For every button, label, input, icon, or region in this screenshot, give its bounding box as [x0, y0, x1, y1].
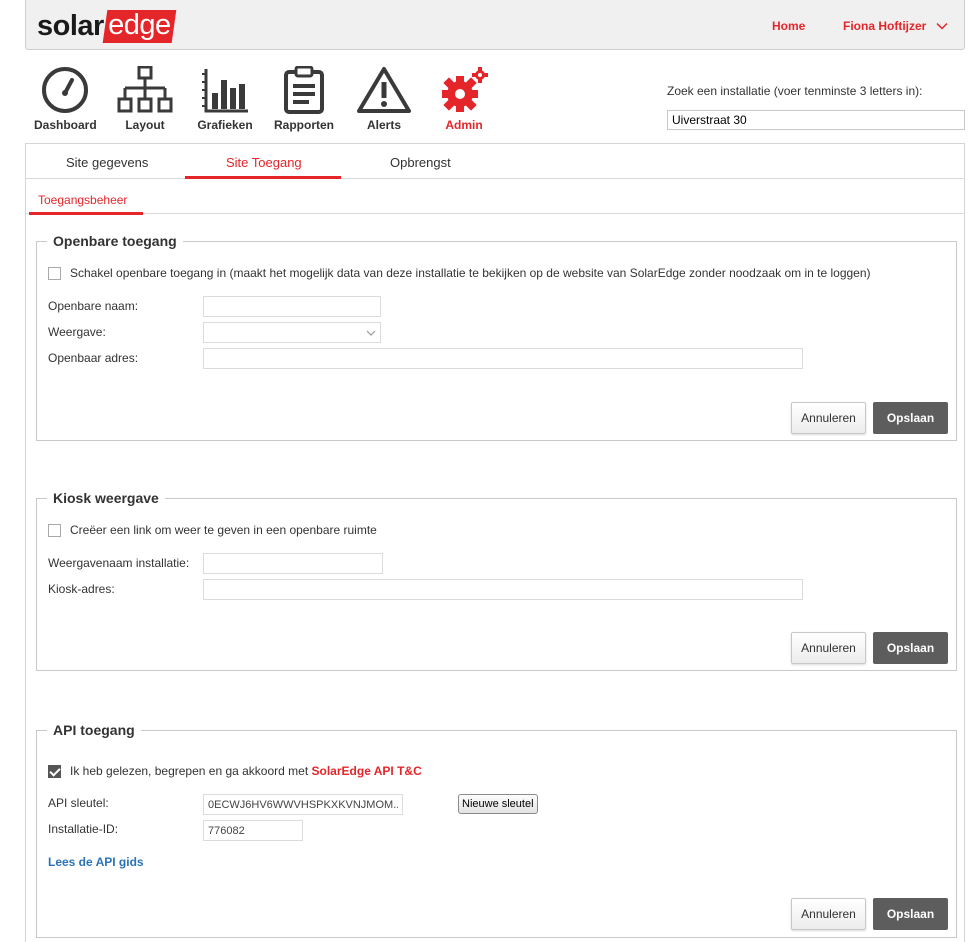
installation-id-label: Installatie-ID: — [48, 822, 119, 836]
tab-site-toegang[interactable]: Site Toegang — [226, 155, 302, 170]
user-name: Fiona Hoftijzer — [843, 19, 927, 33]
user-menu[interactable]: Fiona Hoftijzer — [843, 19, 948, 33]
gauge-icon — [42, 67, 88, 113]
public-access-cancel-button[interactable]: Annuleren — [791, 402, 866, 434]
new-key-button[interactable]: Nieuwe sleutel — [458, 794, 538, 814]
api-guide-link[interactable]: Lees de API gids — [48, 855, 144, 869]
api-key-label: API sleutel: — [48, 796, 109, 810]
main-panel: Site gegevens Site Toegang Opbrengst Toe… — [25, 143, 965, 942]
gear-icon — [442, 67, 488, 112]
tab-opbrengst[interactable]: Opbrengst — [390, 155, 451, 170]
api-save-button[interactable]: Opslaan — [873, 898, 948, 930]
home-link[interactable]: Home — [772, 19, 805, 33]
kiosk-checkbox-label: Creëer een link om weer te geven in een … — [70, 523, 377, 537]
api-section: API toegang Ik heb gelezen, begrepen en … — [36, 722, 957, 938]
nav-dashboard[interactable]: Dashboard — [34, 66, 97, 132]
kiosk-address-label: Kiosk-adres: — [48, 582, 115, 596]
sitemap-icon — [117, 66, 173, 113]
chevron-down-icon — [936, 22, 948, 30]
kiosk-name-input[interactable] — [203, 553, 383, 574]
tab-site-gegevens[interactable]: Site gegevens — [66, 155, 148, 170]
kiosk-section: Kiosk weergave Creëer een link om weer t… — [36, 490, 957, 671]
api-key-input[interactable] — [203, 794, 403, 815]
view-label: Weergave: — [48, 325, 106, 339]
public-name-input[interactable] — [203, 296, 381, 317]
nav-layout[interactable]: Layout — [115, 66, 175, 132]
kiosk-save-button[interactable]: Opslaan — [873, 632, 948, 664]
kiosk-name-label: Weergavenaam installatie: — [48, 556, 190, 570]
public-name-label: Openbare naam: — [48, 299, 139, 313]
api-terms-checkbox[interactable] — [48, 764, 61, 778]
kiosk-title: Kiosk weergave — [47, 490, 165, 506]
api-terms-link[interactable]: SolarEdge API T&C — [312, 764, 422, 778]
public-access-save-button[interactable]: Opslaan — [873, 402, 948, 434]
public-access-checkbox-label: Schakel openbare toegang in (maakt het m… — [70, 266, 871, 280]
api-title: API toegang — [47, 722, 141, 738]
public-address-input[interactable] — [203, 348, 803, 369]
subtab-bar: Toegangsbeheer — [26, 179, 964, 215]
kiosk-address-input[interactable] — [203, 579, 803, 600]
nav-admin[interactable]: Admin — [436, 66, 492, 132]
search-label: Zoek een installatie (voer tenminste 3 l… — [667, 84, 923, 98]
warning-icon — [357, 67, 411, 113]
subtab-toegangsbeheer[interactable]: Toegangsbeheer — [38, 193, 127, 207]
active-subtab-indicator — [29, 212, 143, 215]
installation-id-input[interactable] — [203, 820, 303, 841]
public-access-title: Openbare toegang — [47, 233, 183, 249]
chevron-down-icon — [366, 330, 376, 336]
kiosk-cancel-button[interactable]: Annuleren — [791, 632, 866, 664]
nav-alerts[interactable]: Alerts — [354, 66, 414, 132]
public-address-label: Openbaar adres: — [48, 351, 139, 365]
top-bar: solar edge Home Fiona Hoftijzer — [25, 0, 965, 50]
nav-rapporten[interactable]: Rapporten — [274, 66, 334, 132]
clipboard-icon — [284, 66, 324, 114]
nav-grafieken[interactable]: Grafieken — [195, 66, 255, 132]
tab-bar: Site gegevens Site Toegang Opbrengst — [26, 144, 964, 179]
solaredge-logo[interactable]: solar edge — [37, 9, 176, 43]
kiosk-checkbox[interactable] — [48, 523, 61, 537]
view-select[interactable] — [203, 322, 381, 343]
api-terms-label: Ik heb gelezen, begrepen en ga akkoord m… — [70, 764, 422, 778]
public-access-checkbox[interactable] — [48, 266, 61, 280]
installation-search-input[interactable] — [667, 110, 965, 130]
api-cancel-button[interactable]: Annuleren — [791, 898, 866, 930]
public-access-section: Openbare toegang Schakel openbare toegan… — [36, 233, 957, 441]
bar-chart-icon — [202, 69, 248, 113]
